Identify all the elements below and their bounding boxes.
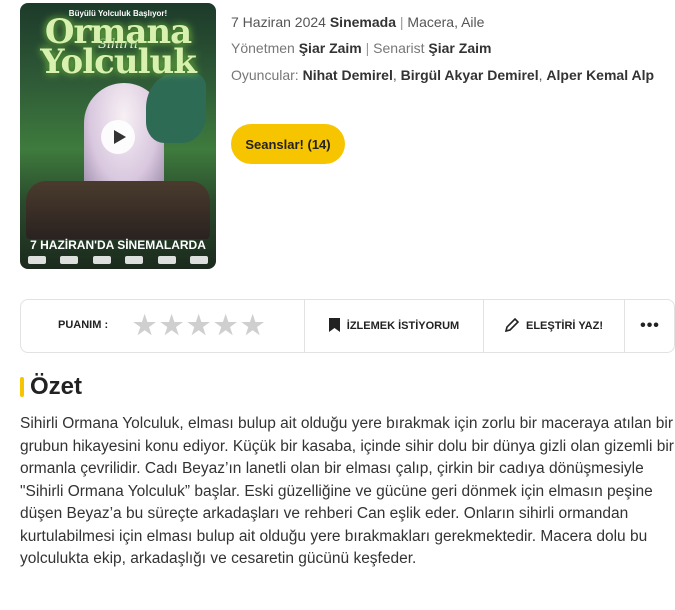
poster-cast-group (26, 181, 210, 239)
pencil-icon (504, 317, 520, 335)
sponsor-logo (28, 256, 46, 264)
more-icon: ••• (640, 317, 660, 334)
watchlist-label: İZLEMEK İSTİYORUM (346, 320, 460, 332)
writer-label: Senarist (373, 40, 425, 56)
more-options-button[interactable]: ••• (624, 300, 675, 352)
director-label: Yönetmen (231, 40, 295, 56)
rating-section: PUANIM : ★ ★ ★ ★ ★ (21, 300, 303, 352)
release-info: 7 Haziran 2024 Sinemada | Macera, Aile (231, 14, 485, 30)
heading-accent-bar (20, 377, 24, 397)
summary-heading: Özet (20, 370, 82, 404)
star-icon[interactable]: ★ (241, 312, 267, 338)
write-review-button[interactable]: ELEŞTİRİ YAZ! (483, 300, 624, 352)
summary-text: Sihirli Ormana Yolculuk, elması bulup ai… (20, 415, 674, 567)
star-icon[interactable]: ★ (214, 312, 240, 338)
cast-label: Oyuncular: (231, 67, 299, 83)
release-date: 7 Haziran 2024 (231, 14, 326, 30)
star-icon[interactable]: ★ (160, 312, 186, 338)
genres[interactable]: Macera, Aile (407, 14, 484, 30)
release-place[interactable]: Sinemada (330, 14, 396, 30)
director-link[interactable]: Şiar Zaim (299, 40, 362, 56)
rating-stars[interactable]: ★ ★ ★ ★ ★ (133, 312, 268, 338)
cast-info: Oyuncular: Nihat Demirel, Birgül Akyar D… (231, 67, 655, 83)
movie-poster[interactable]: Büyülü Yolculuk Başlıyor! Sihirli Ormana… (20, 3, 216, 269)
summary-title: Özet (30, 373, 83, 400)
poster-dragon (146, 73, 206, 143)
bookmark-icon (328, 317, 340, 335)
sponsor-logo (60, 256, 79, 264)
poster-date-banner: 7 HAZİRAN'DA SİNEMALARDA (30, 238, 206, 252)
cast-member-link[interactable]: Alper Kemal Alp (546, 67, 654, 83)
poster-sponsor-logos (28, 256, 208, 266)
action-bar: PUANIM : ★ ★ ★ ★ ★ İZLEMEK İSTİYORUM ELE… (20, 299, 675, 353)
sponsor-logo (157, 256, 176, 264)
cast-member-link[interactable]: Birgül Akyar Demirel (401, 67, 539, 83)
sponsor-logo (189, 256, 208, 264)
sponsor-logo (92, 256, 111, 264)
crew-info: Yönetmen Şiar Zaim | Senarist Şiar Zaim (231, 40, 492, 56)
writer-link[interactable]: Şiar Zaim (428, 40, 491, 56)
showtimes-button[interactable]: Seanslar! (14) (231, 124, 345, 164)
cast-member-link[interactable]: Nihat Demirel (303, 67, 393, 83)
review-label: ELEŞTİRİ YAZ! (525, 320, 604, 332)
watchlist-button[interactable]: İZLEMEK İSTİYORUM (304, 300, 483, 352)
poster-title: Ormana Yolculuk (40, 12, 197, 82)
star-icon[interactable]: ★ (187, 312, 213, 338)
sponsor-logo (125, 256, 144, 264)
play-trailer-icon[interactable] (101, 120, 135, 154)
star-icon[interactable]: ★ (133, 312, 159, 338)
rating-label: PUANIM : (58, 319, 109, 331)
